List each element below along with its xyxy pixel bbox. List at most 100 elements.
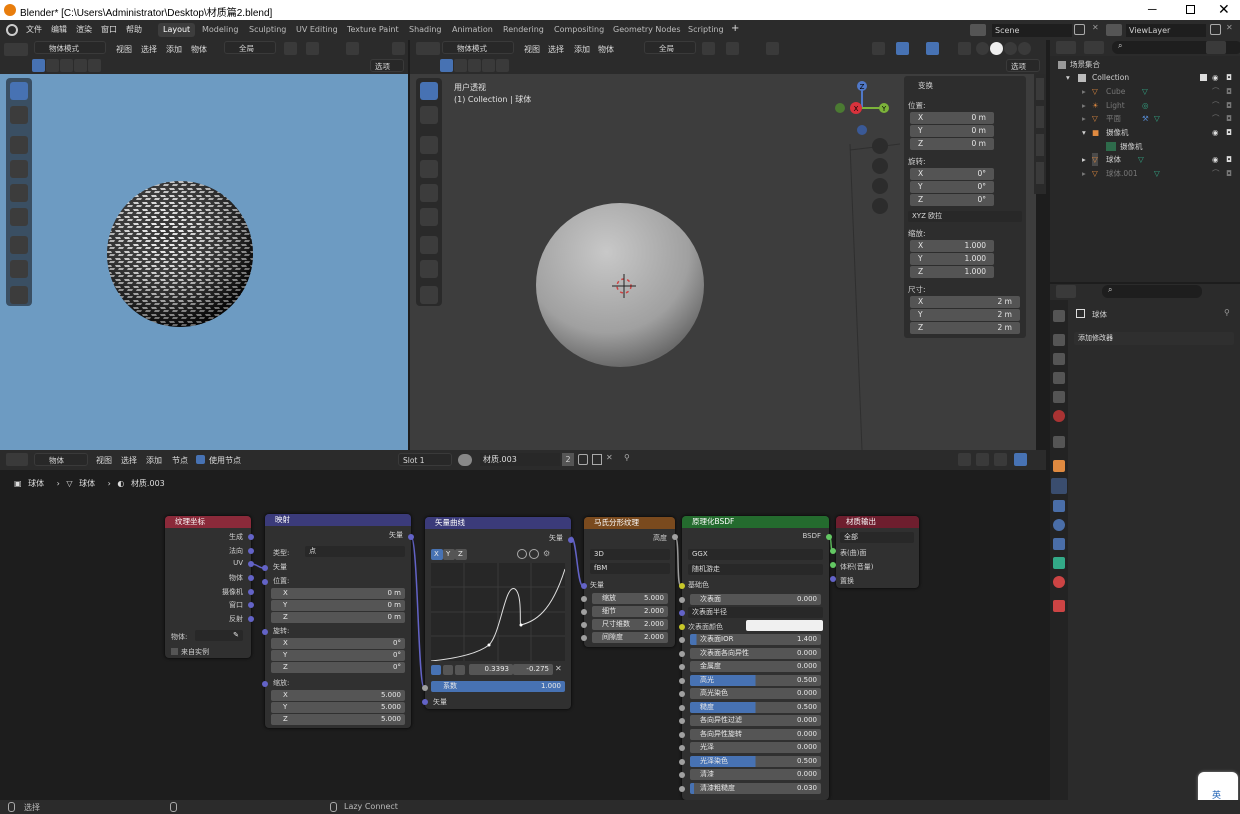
menu-render[interactable]: 渲染: [76, 24, 92, 35]
scale-z-field[interactable]: Z 1.000: [910, 266, 994, 278]
zoom-icon[interactable]: [872, 138, 888, 154]
bsdf-specular-tint-field[interactable]: 高光染色 0.000: [690, 688, 821, 699]
socket-input[interactable]: [679, 772, 685, 778]
curve-point-y[interactable]: -0.275: [513, 664, 553, 675]
scale-y-field[interactable]: Y 1.000: [910, 253, 994, 265]
eye-hidden-icon[interactable]: ⌒: [1212, 112, 1220, 125]
node-principled-bsdf[interactable]: 原理化BSDF BSDF GGX 随机游走 基础色 次表面 0.000 次表面半径…: [682, 516, 829, 800]
socket-input[interactable]: [679, 678, 685, 684]
node-texture-coordinate[interactable]: 纹理坐标 生成 法向 UV 物体 摄像机 窗口 反射 物体: ✎ 来自实例: [165, 516, 251, 658]
bsdf-sheen-tint-field[interactable]: 光泽染色 0.500: [690, 756, 821, 767]
render-tab-icon[interactable]: [1053, 334, 1065, 346]
main-transform-tool-icon[interactable]: [420, 208, 438, 226]
node-menu-add[interactable]: 添加: [146, 455, 162, 466]
node-editor-type-icon[interactable]: [6, 453, 28, 466]
tab-geometry-nodes[interactable]: Geometry Nodes: [608, 23, 685, 37]
socket-mapping-rot-in[interactable]: [262, 629, 268, 635]
node-musgrave-texture[interactable]: 马氏分形纹理 高度 3D fBM 矢量 缩放 5.000 细节 2.000 尺寸维数…: [584, 517, 675, 647]
left-transform-tool-icon[interactable]: [10, 208, 28, 226]
main-mode-dropdown[interactable]: 物体模式: [442, 41, 514, 54]
musgrave-scale-field[interactable]: 缩放 5.000: [592, 593, 668, 604]
sss-color-swatch[interactable]: [746, 620, 823, 631]
musgrave-lacunarity-field[interactable]: 间隙度 2.000: [592, 632, 668, 643]
main-menu-view[interactable]: 视图: [524, 44, 540, 55]
curve-handle-free-icon[interactable]: [455, 665, 465, 675]
main-select-box-icon[interactable]: [440, 59, 453, 72]
physics-tab-icon[interactable]: [1053, 519, 1065, 531]
expand-arrow-icon[interactable]: ▾: [1082, 126, 1086, 139]
eye-icon[interactable]: ◉: [1212, 153, 1219, 166]
dimension-x-field[interactable]: X 2 m: [910, 296, 1020, 308]
left-cursor-tool-icon[interactable]: [10, 106, 28, 124]
viewlayer-new-icon[interactable]: [1210, 24, 1221, 35]
output-target-dropdown[interactable]: 全部: [840, 532, 914, 543]
unlink-material-icon[interactable]: ✕: [606, 453, 613, 462]
view-layer-tab-icon[interactable]: [1053, 372, 1065, 384]
rotation-x-field[interactable]: X 0°: [910, 168, 994, 180]
close-icon[interactable]: ✕: [1218, 1, 1230, 18]
curve-handle-vector-icon[interactable]: [443, 665, 453, 675]
select-invert-icon[interactable]: [74, 59, 87, 72]
main-select-extend-icon[interactable]: [454, 59, 467, 72]
socket-input[interactable]: [679, 786, 685, 792]
socket-subsurface-in[interactable]: [679, 597, 685, 603]
main-cursor-tool-icon[interactable]: [420, 106, 438, 124]
show-gizmo-icon[interactable]: [896, 42, 909, 55]
socket-input[interactable]: [679, 745, 685, 751]
socket-reflection[interactable]: [248, 616, 254, 622]
left-menu-view[interactable]: 视图: [116, 44, 132, 55]
bsdf-clearcoat-roughness-field[interactable]: 清漆粗糙度 0.030: [690, 783, 821, 794]
outliner-row[interactable]: ▸ ▽ 平面 ⚒ ▽ ⌒ ◘: [1050, 112, 1240, 125]
socket-musgrave-out[interactable]: [672, 534, 678, 540]
maximize-icon[interactable]: [1186, 5, 1195, 14]
tab-uv-editing[interactable]: UV Editing: [291, 23, 343, 37]
node-menu-view[interactable]: 视图: [96, 455, 112, 466]
main-rotate-tool-icon[interactable]: [420, 160, 438, 178]
socket-base-color-in[interactable]: [679, 583, 685, 589]
particles-tab-icon[interactable]: [1053, 500, 1065, 512]
camera-restrict-icon[interactable]: ◘: [1226, 99, 1232, 112]
scene-new-icon[interactable]: [1074, 24, 1085, 35]
main-options-dropdown[interactable]: 选项: [1006, 59, 1040, 72]
musgrave-dimension-field[interactable]: 尺寸维数 2.000: [592, 619, 668, 630]
node-object-dropdown[interactable]: 物体: [34, 453, 88, 466]
main-select-intersect-icon[interactable]: [496, 59, 509, 72]
socket-sss-color-in[interactable]: [679, 624, 685, 630]
socket-input[interactable]: [679, 637, 685, 643]
tab-animation[interactable]: Animation: [447, 23, 498, 37]
curve-tab-y[interactable]: Y: [443, 549, 455, 560]
expand-arrow-icon[interactable]: ▸: [1082, 167, 1086, 180]
node-overlay-icon[interactable]: [1014, 453, 1027, 466]
blender-menu-icon[interactable]: [6, 24, 18, 36]
tab-shading[interactable]: Shading: [404, 23, 447, 37]
transform-title[interactable]: 变换: [918, 80, 933, 91]
bsdf-anisotropic-rotation-field[interactable]: 各向异性旋转 0.000: [690, 729, 821, 740]
main-measure-tool-icon[interactable]: [420, 260, 438, 278]
location-y-field[interactable]: Y 0 m: [910, 125, 994, 137]
factor-field[interactable]: 系数 1.000: [431, 681, 565, 692]
bsdf-specular-field[interactable]: 高光 0.500: [690, 675, 821, 686]
socket-input[interactable]: [679, 732, 685, 738]
outliner-row[interactable]: ▸ ▽ 球体 ▽ ◉ ◘: [1050, 153, 1240, 166]
socket-mapping-scale-in[interactable]: [262, 681, 268, 687]
outliner-display-mode-icon[interactable]: [1084, 41, 1104, 54]
add-modifier-dropdown[interactable]: 添加修改器: [1074, 332, 1234, 345]
camera-restrict-icon[interactable]: ◘: [1226, 153, 1232, 166]
material-users-count[interactable]: 2: [562, 453, 574, 466]
eye-hidden-icon[interactable]: ⌒: [1212, 99, 1220, 112]
main-proportional-icon[interactable]: [766, 42, 779, 55]
main-menu-select[interactable]: 选择: [548, 44, 564, 55]
viewlayer-name[interactable]: ViewLayer: [1126, 24, 1206, 37]
material-tab-icon[interactable]: [1053, 576, 1065, 588]
outliner-row[interactable]: ▾ Collection ◉ ◘: [1050, 71, 1240, 84]
main-scale-tool-icon[interactable]: [420, 184, 438, 202]
main-annotate-tool-icon[interactable]: [420, 236, 438, 254]
socket-sss-radius-in[interactable]: [679, 610, 685, 616]
rotation-y-field[interactable]: Y 0°: [910, 181, 994, 193]
material-browse-icon[interactable]: [458, 454, 472, 466]
bsdf-distribution-dropdown[interactable]: GGX: [688, 549, 823, 560]
editor-type-icon[interactable]: [4, 43, 28, 56]
socket-input[interactable]: [679, 759, 685, 765]
tab-layout[interactable]: Layout: [158, 23, 196, 37]
main-magnet-icon[interactable]: [726, 42, 739, 55]
